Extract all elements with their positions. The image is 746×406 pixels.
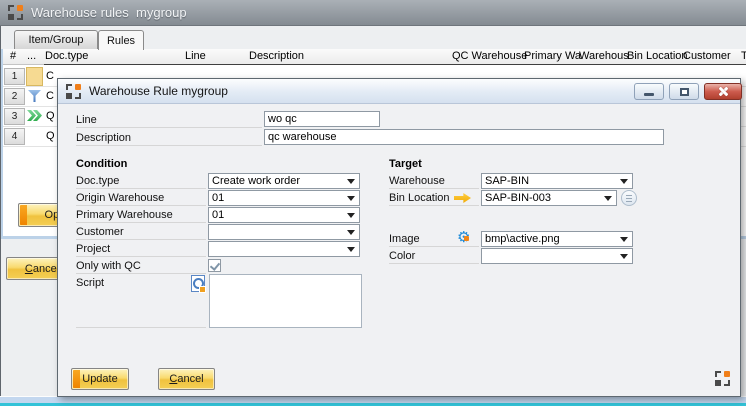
- dialog-title: Warehouse Rule mygroup: [89, 84, 228, 98]
- color-label: Color: [389, 248, 479, 264]
- table-row-doctype[interactable]: Q: [46, 110, 55, 122]
- column-header-description[interactable]: Description: [249, 50, 304, 63]
- minimize-icon: [644, 93, 654, 96]
- dialog-cancel-button[interactable]: Cancel: [158, 368, 215, 390]
- only-with-qc-label: Only with QC: [76, 258, 206, 274]
- origin-warehouse-value: 01: [209, 191, 345, 205]
- project-label: Project: [76, 241, 206, 257]
- maximize-icon: [680, 88, 689, 96]
- chevron-down-icon: [347, 196, 355, 201]
- header-divider-light: [3, 64, 44, 65]
- description-label: Description: [76, 130, 262, 146]
- row-number-cell[interactable]: 2: [4, 88, 25, 105]
- tab-rules[interactable]: Rules: [98, 30, 144, 50]
- color-select[interactable]: [481, 248, 633, 264]
- only-with-qc-checkbox[interactable]: [208, 259, 221, 272]
- tab-rules-label: Rules: [107, 35, 135, 47]
- chevron-down-icon: [604, 196, 612, 201]
- column-header-primary-wa[interactable]: Primary Wa: [524, 50, 581, 63]
- line-input[interactable]: [264, 111, 380, 127]
- column-header-customer[interactable]: Customer: [683, 50, 731, 63]
- row-number-cell[interactable]: 4: [4, 128, 25, 145]
- main-cancel-button-label: Cancel: [25, 263, 59, 275]
- origin-warehouse-label: Origin Warehouse: [76, 190, 206, 206]
- primary-warehouse-select[interactable]: 01: [208, 207, 360, 223]
- tab-item-group[interactable]: Item/Group: [14, 30, 98, 49]
- warehouse-rule-dialog: Warehouse Rule mygroup Line Description …: [57, 78, 741, 397]
- column-header-warehouse[interactable]: Warehous: [579, 50, 629, 63]
- doc-type-label: Doc.type: [76, 173, 206, 189]
- column-header-t[interactable]: T: [741, 50, 746, 63]
- description-input[interactable]: [264, 129, 664, 145]
- bin-location-options-button[interactable]: [621, 190, 637, 206]
- line-label: Line: [76, 112, 262, 128]
- chevron-down-icon: [347, 230, 355, 235]
- condition-heading: Condition: [76, 158, 127, 170]
- primary-warehouse-label: Primary Warehouse: [76, 207, 206, 223]
- bin-location-value: SAP-BIN-003: [482, 191, 602, 205]
- column-header-qc-warehouse[interactable]: QC Warehouse: [452, 50, 527, 63]
- table-row-doctype[interactable]: Q: [46, 130, 55, 142]
- primary-warehouse-value: 01: [209, 208, 345, 222]
- dialog-logo-grip-icon: [715, 371, 730, 386]
- chevron-down-icon: [620, 179, 628, 184]
- doc-type-value: Create work order: [209, 174, 345, 188]
- column-header-number[interactable]: #: [10, 50, 16, 63]
- column-header-line[interactable]: Line: [185, 50, 206, 63]
- table-row-doctype[interactable]: C: [46, 70, 54, 82]
- dialog-cancel-button-label: Cancel: [169, 373, 203, 385]
- double-arrow-icon: [27, 110, 42, 121]
- chevron-down-icon: [620, 237, 628, 242]
- selected-cell[interactable]: [26, 67, 43, 86]
- image-select[interactable]: bmp\active.png: [481, 231, 633, 247]
- doc-type-select[interactable]: Create work order: [208, 173, 360, 189]
- table-row-doctype[interactable]: C: [46, 90, 54, 102]
- app-logo-icon: [8, 5, 23, 20]
- customer-label: Customer: [76, 224, 206, 240]
- update-button[interactable]: Update: [71, 368, 129, 390]
- chevron-down-icon: [620, 254, 628, 259]
- update-button-label: Update: [82, 373, 117, 385]
- tab-item-group-label: Item/Group: [28, 34, 83, 46]
- warehouse-label: Warehouse: [389, 173, 479, 189]
- target-heading: Target: [389, 158, 422, 170]
- script-textarea[interactable]: [209, 274, 362, 328]
- main-window-title: Warehouse rules mygroup: [31, 5, 187, 20]
- chevron-down-icon: [347, 247, 355, 252]
- header-divider: [44, 64, 746, 65]
- row-number-cell[interactable]: 3: [4, 108, 25, 125]
- project-select[interactable]: [208, 241, 360, 257]
- warehouse-value: SAP-BIN: [482, 174, 618, 188]
- column-header-doctype[interactable]: Doc.type: [45, 50, 88, 63]
- chevron-down-icon: [347, 179, 355, 184]
- row-number-cell[interactable]: 1: [4, 68, 25, 85]
- column-header-bin-location[interactable]: Bin Location: [627, 50, 688, 63]
- chevron-down-icon: [347, 213, 355, 218]
- gear-icon[interactable]: ⚙: [457, 230, 474, 247]
- maximize-button[interactable]: [669, 83, 699, 100]
- minimize-button[interactable]: [634, 83, 664, 100]
- bin-location-select[interactable]: SAP-BIN-003: [481, 190, 617, 206]
- origin-warehouse-select[interactable]: 01: [208, 190, 360, 206]
- image-value: bmp\active.png: [482, 232, 618, 246]
- warehouse-select[interactable]: SAP-BIN: [481, 173, 633, 189]
- main-titlebar: Warehouse rules mygroup: [0, 0, 746, 26]
- close-button[interactable]: [704, 83, 742, 100]
- main-window: Warehouse rules mygroup Item/Group Rules…: [0, 0, 746, 406]
- script-label: Script: [76, 275, 206, 328]
- close-icon: [718, 86, 729, 97]
- column-header-status[interactable]: ...: [27, 50, 36, 63]
- customer-select[interactable]: [208, 224, 360, 240]
- script-lookup-icon[interactable]: [191, 275, 205, 292]
- dialog-logo-icon: [66, 84, 81, 99]
